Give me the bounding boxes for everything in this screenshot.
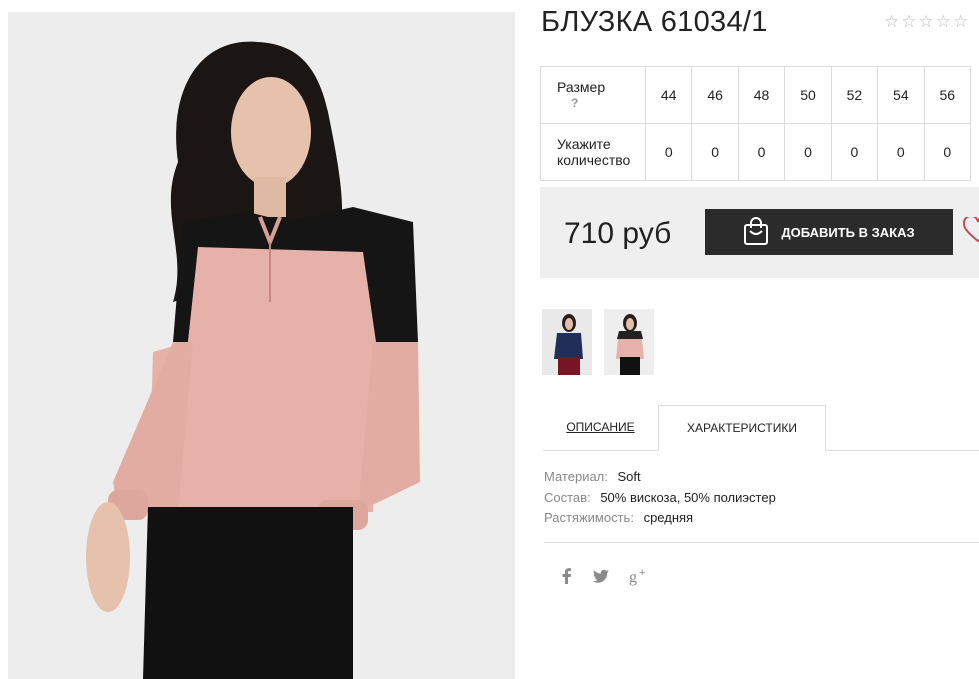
size-table: Размер ? 44 46 48 50 52 54 56 Укажите ко… [540,66,972,181]
svg-text:+: + [639,567,645,579]
size-value: 46 [691,66,739,124]
size-label-cell: Размер ? [540,66,646,124]
star-outline-icon[interactable]: ☆ [919,12,934,32]
size-row: Размер ? 44 46 48 50 52 54 56 [540,66,972,124]
size-value: 54 [877,66,925,124]
size-value: 44 [644,66,693,124]
product-photo[interactable] [8,12,515,679]
quantity-label-cell: Укажите количество [540,123,646,181]
product-tabs: ОПИСАНИЕ ХАРАКТЕРИСТИКИ [543,405,979,451]
quantity-input[interactable]: 0 [691,123,739,181]
star-outline-icon[interactable]: ☆ [936,12,951,32]
size-help-link[interactable]: ? [557,95,645,111]
quantity-row: Укажите количество 0 0 0 0 0 0 0 [540,123,972,181]
buy-bar: 710 руб ДОБАВИТЬ В ЗАКАЗ [540,187,979,278]
twitter-icon[interactable] [591,566,611,586]
quantity-input[interactable]: 0 [737,123,786,181]
quantity-input[interactable]: 0 [784,123,832,181]
quantity-label-line2: количество [557,152,631,168]
product-title: БЛУЗКА 61034/1 [541,6,768,38]
spec-value: средняя [643,510,694,525]
spec-row: Растяжимость: средняя [544,508,776,529]
size-value: 56 [923,66,972,124]
shopping-bag-icon [743,216,769,249]
star-outline-icon[interactable]: ☆ [884,12,899,32]
quantity-input[interactable]: 0 [877,123,925,181]
star-outline-icon[interactable]: ☆ [901,12,916,32]
quantity-label-line1: Укажите [557,136,611,152]
size-value: 52 [830,66,879,124]
tab-characteristics[interactable]: ХАРАКТЕРИСТИКИ [658,405,826,451]
quantity-input[interactable]: 0 [644,123,693,181]
tab-description[interactable]: ОПИСАНИЕ [543,405,658,450]
svg-text:g: g [629,569,637,586]
divider [544,542,979,543]
spec-key: Материал: [544,469,608,484]
spec-row: Состав: 50% вискоза, 50% полиэстер [544,488,776,509]
rating-stars[interactable]: ☆ ☆ ☆ ☆ ☆ [884,12,968,32]
size-value: 50 [784,66,832,124]
spec-key: Состав: [544,489,591,505]
price: 710 руб [564,217,672,250]
spec-key: Растяжимость: [544,510,634,525]
thumbnail-pink[interactable] [604,309,654,375]
thumbnail-navy[interactable] [542,309,592,375]
star-outline-icon[interactable]: ☆ [953,12,968,32]
size-value: 48 [737,66,786,124]
heart-icon[interactable] [963,217,979,243]
google-plus-icon[interactable]: g + [628,566,648,586]
characteristics-list: Материал: Soft Состав: 50% вискоза, 50% … [544,467,776,529]
quantity-input[interactable]: 0 [830,123,879,181]
size-label: Размер [557,79,606,95]
spec-row: Материал: Soft [544,467,776,488]
quantity-input[interactable]: 0 [923,123,972,181]
facebook-icon[interactable] [557,566,577,586]
add-to-order-button[interactable]: ДОБАВИТЬ В ЗАКАЗ [705,209,953,255]
add-to-order-label: ДОБАВИТЬ В ЗАКАЗ [781,224,915,240]
spec-value: Soft [617,469,641,484]
spec-value: 50% вискоза, 50% полиэстер [600,489,776,505]
